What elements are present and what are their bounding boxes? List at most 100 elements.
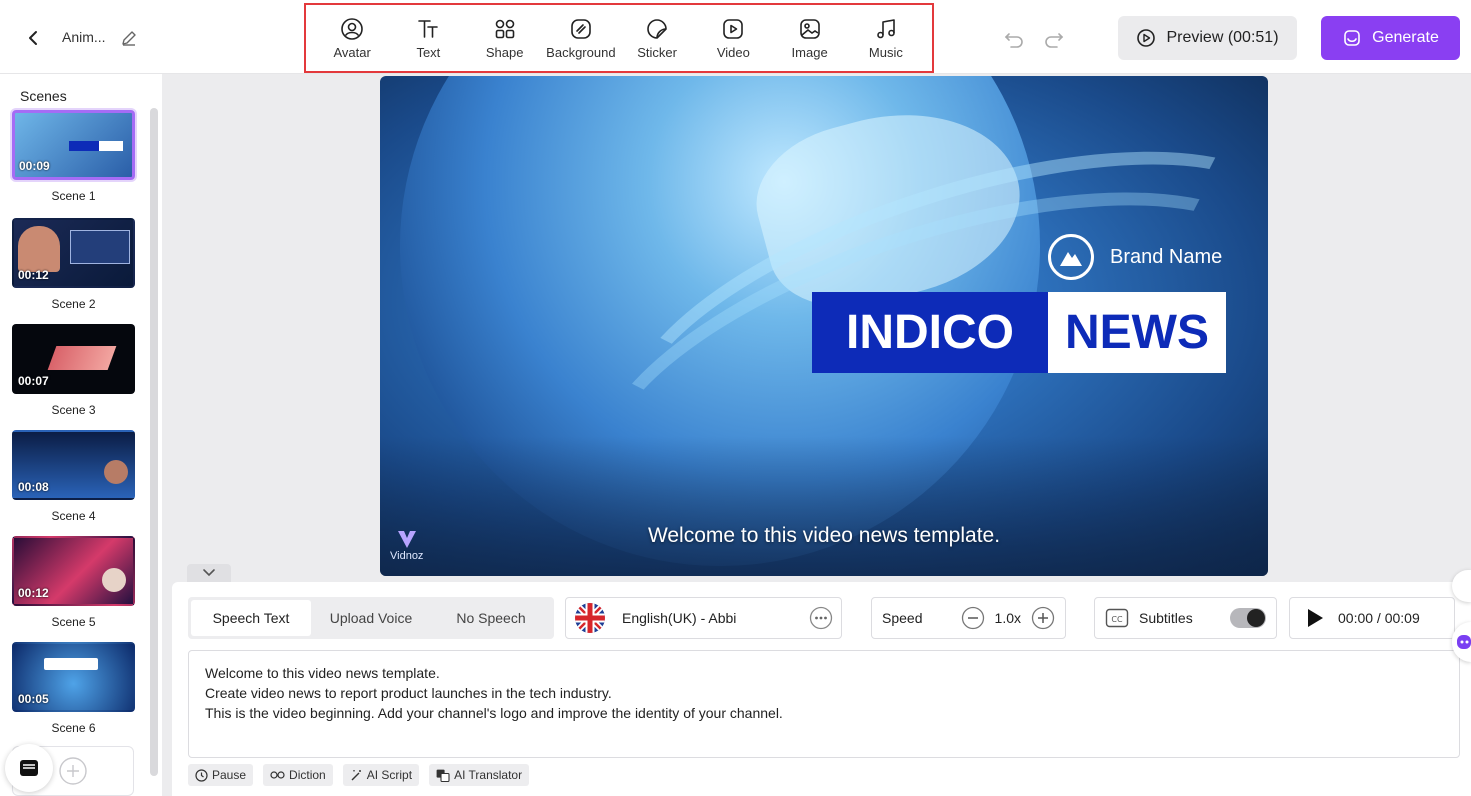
- tool-label: Text: [416, 44, 441, 60]
- speed-control: Speed 1.0x: [871, 597, 1066, 639]
- script-tools: Pause Diction AI Script AI Translator: [188, 764, 530, 786]
- ai-translator-button[interactable]: AI Translator: [429, 764, 530, 786]
- voice-selector[interactable]: English(UK) - Abbi: [565, 597, 842, 639]
- tool-label: Shape: [485, 44, 524, 60]
- tool-text[interactable]: Text: [391, 10, 465, 66]
- tool-video[interactable]: Video: [696, 10, 770, 66]
- scene-item-4[interactable]: 00:08 Scene 4: [12, 430, 135, 523]
- redo-icon: [1045, 33, 1064, 48]
- preview-button[interactable]: Preview (00:51): [1118, 16, 1297, 60]
- background-icon: [571, 18, 591, 39]
- project-title: Anim...: [62, 29, 106, 45]
- plus-circle-icon[interactable]: [1031, 606, 1055, 630]
- scene-item-1[interactable]: 00:09 Scene 1: [12, 110, 135, 203]
- scene-name: Scene 4: [51, 509, 96, 523]
- scenes-sidebar: Scenes 00:09 Scene 1 00:12 Scene 2 00:07…: [0, 74, 162, 796]
- script-panel: Speech Text Upload Voice No Speech Engli…: [172, 582, 1471, 796]
- mountain-logo-icon: [1048, 234, 1094, 280]
- svg-text:CC: CC: [1111, 615, 1123, 624]
- scene-item-3[interactable]: 00:07 Scene 3: [12, 324, 135, 417]
- watermark-text: Vidnoz: [390, 550, 424, 562]
- play-circle-icon: [1137, 29, 1156, 47]
- script-line: Welcome to this video news template.: [205, 665, 440, 681]
- preview-label: Preview (00:51): [1166, 29, 1279, 46]
- headline-right[interactable]: NEWS: [1048, 292, 1226, 373]
- redo-button[interactable]: [1041, 26, 1067, 52]
- avatar-icon: [341, 17, 363, 40]
- generate-icon: [1344, 30, 1360, 46]
- subtitles-control: CC Subtitles: [1094, 597, 1277, 639]
- script-line: Create video news to report product laun…: [205, 685, 612, 701]
- scene-name: Scene 5: [51, 615, 96, 629]
- tab-upload-voice[interactable]: Upload Voice: [311, 600, 431, 636]
- scenes-title: Scenes: [20, 88, 67, 104]
- music-icon: [877, 18, 895, 38]
- brand-name: Brand Name: [1110, 245, 1223, 268]
- scene-duration: 00:12: [18, 268, 49, 282]
- chevron-down-icon: [203, 569, 215, 577]
- speech-mode-tabs: Speech Text Upload Voice No Speech: [188, 597, 554, 639]
- script-line: This is the video beginning. Add your ch…: [205, 705, 783, 721]
- cc-icon: CC: [1105, 608, 1129, 628]
- sidebar-scrollbar[interactable]: [150, 108, 158, 776]
- play-icon[interactable]: [1306, 608, 1324, 628]
- script-textarea[interactable]: Welcome to this video news template. Cre…: [188, 650, 1460, 758]
- robot-icon: [1457, 635, 1471, 649]
- tool-label: Sticker: [637, 44, 677, 60]
- speed-label: Speed: [882, 610, 923, 626]
- sticker-icon: [647, 18, 667, 39]
- tool-sticker[interactable]: Sticker: [620, 10, 694, 66]
- scene-duration: 00:07: [18, 374, 49, 388]
- undo-button[interactable]: [1001, 26, 1027, 52]
- back-button[interactable]: [20, 24, 48, 52]
- scene-duration: 00:09: [19, 159, 50, 173]
- subtitles-label: Subtitles: [1139, 610, 1193, 626]
- minus-circle-icon[interactable]: [961, 606, 985, 630]
- brand-block[interactable]: Brand Name: [1048, 234, 1222, 280]
- glasses-icon: [270, 771, 285, 779]
- ai-script-label: AI Script: [366, 768, 413, 782]
- tool-label: Avatar: [333, 44, 371, 60]
- tool-label: Background: [546, 44, 616, 60]
- subtitles-toggle[interactable]: [1230, 608, 1266, 628]
- generate-label: Generate: [1372, 29, 1439, 46]
- headline-left[interactable]: INDICO: [812, 292, 1048, 373]
- magic-wand-icon: [351, 769, 361, 780]
- scene-name: Scene 3: [51, 403, 96, 417]
- tool-music[interactable]: Music: [849, 10, 923, 66]
- more-options-icon[interactable]: [809, 606, 833, 630]
- uk-flag-icon: [575, 603, 605, 633]
- scene-thumbnail: 00:07: [12, 324, 135, 394]
- scene-name: Scene 2: [51, 297, 96, 311]
- canvas-vignette: [380, 436, 1268, 576]
- scene-item-2[interactable]: 00:12 Scene 2: [12, 218, 135, 311]
- scene-thumbnail: 00:09: [12, 110, 135, 180]
- tool-background[interactable]: Background: [544, 10, 618, 66]
- plus-circle-icon: [59, 757, 87, 785]
- diction-label: Diction: [289, 768, 326, 782]
- pause-button[interactable]: Pause: [188, 764, 254, 786]
- collapse-panel-button[interactable]: [187, 564, 231, 582]
- scene-duration: 00:05: [18, 692, 49, 706]
- top-header: Anim... Avatar Text Shape Background Sti…: [0, 0, 1471, 74]
- tool-image[interactable]: Image: [773, 10, 847, 66]
- video-icon: [723, 18, 744, 39]
- edit-title-button[interactable]: [118, 27, 140, 49]
- ai-script-button[interactable]: AI Script: [342, 764, 420, 786]
- playback-time: 00:00 / 00:09: [1338, 610, 1420, 626]
- tool-shape[interactable]: Shape: [468, 10, 542, 66]
- translate-icon: [436, 769, 450, 782]
- tool-label: Music: [868, 44, 903, 60]
- generate-button[interactable]: Generate: [1321, 16, 1460, 60]
- tool-avatar[interactable]: Avatar: [315, 10, 389, 66]
- voice-name: English(UK) - Abbi: [622, 610, 737, 626]
- scene-item-6[interactable]: 00:05 Scene 6: [12, 642, 135, 735]
- diction-button[interactable]: Diction: [263, 764, 333, 786]
- scene-duration: 00:08: [18, 480, 49, 494]
- tab-no-speech[interactable]: No Speech: [431, 600, 551, 636]
- scene-item-5[interactable]: 00:12 Scene 5: [12, 536, 135, 629]
- tab-speech-text[interactable]: Speech Text: [191, 600, 311, 636]
- feedback-button[interactable]: [5, 744, 53, 792]
- video-canvas[interactable]: Brand Name INDICO NEWS Welcome to this v…: [380, 76, 1268, 576]
- speed-value: 1.0x: [994, 610, 1021, 626]
